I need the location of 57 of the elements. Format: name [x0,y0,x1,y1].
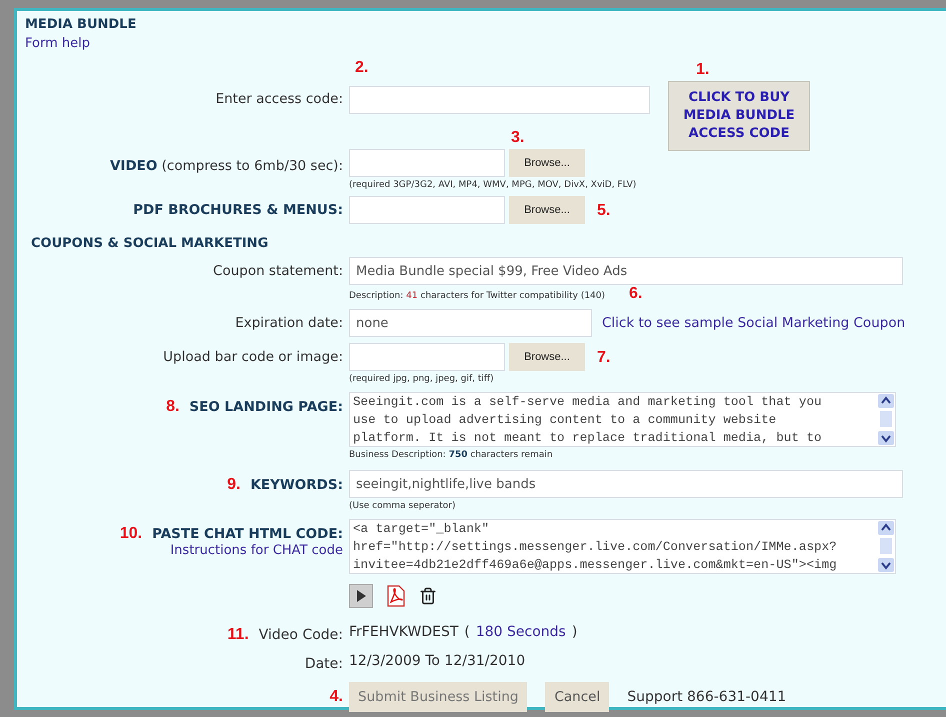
info-label: Date: [304,656,343,672]
file-path-field[interactable] [349,343,505,371]
file-type-hint: (required 3GP/3G2, AVI, MP4, WMV, MPG, MOV, DivX, XviD, FLV) [349,180,636,190]
access-code-field[interactable] [349,86,650,114]
support-phone: Support 866-631-0411 [627,689,786,705]
file-path-field[interactable] [349,149,505,177]
field-label: Expiration date: [235,315,343,331]
field-label: KEYWORDS: [250,477,343,493]
step-number: 1. [696,61,710,78]
text-field[interactable]: Media Bundle special $99, Free Video Ads [349,257,903,285]
field-label: Coupon statement: [213,263,343,279]
info-value: FrFEHVKWDEST [349,624,458,640]
instructions-link[interactable]: Instructions for CHAT code [170,543,343,558]
step-number: 3. [511,129,524,146]
text-field[interactable]: none [349,309,592,337]
browse-button[interactable]: Browse... [509,343,585,371]
field-label: Enter access code: [216,91,343,107]
step-number: 8. [166,398,180,416]
field-label: Upload bar code or image: [163,349,343,365]
field-label: VIDEO (compress to 6mb/30 sec): [110,158,343,174]
sample-coupon-link[interactable]: Click to see sample Social Marketing Coupon [602,315,906,331]
buy-access-code-button[interactable]: CLICK TO BUY MEDIA BUNDLE ACCESS CODE [668,81,810,151]
info-label: Video Code: [258,627,343,643]
field-label: SEO LANDING PAGE: [189,399,343,415]
file-path-field[interactable] [349,196,505,224]
step-number: 9. [227,476,240,494]
step-number: 7. [597,349,610,366]
duration-link[interactable]: 180 Seconds [476,624,566,640]
play-icon[interactable] [349,584,373,608]
field-label: PASTE CHAT HTML CODE: [152,526,343,542]
text-area[interactable]: <a target="_blank" href="http://settings.messenger.live.com/Conversation/IMMe.aspx? invitee=4db21e2dff469a6e@apps.messenger.live.com&mkt=en-US"><img [349,519,896,574]
cancel-button[interactable]: Cancel [545,682,610,712]
field-label: PDF BROCHURES & MENUS: [133,202,343,218]
text-field[interactable]: seeingit,nightlife,live bands [349,470,903,498]
browse-button[interactable]: Browse... [509,149,585,177]
step-number: 11. [227,626,249,644]
step-number: 6. [629,285,642,303]
input-hint: (Use comma seperator) [349,501,456,511]
browse-button[interactable]: Browse... [509,196,585,224]
step-number: 4. [330,688,343,706]
form-help-link[interactable]: Form help [25,36,90,51]
file-type-hint: (required jpg, png, jpeg, gif, tiff) [349,374,494,384]
step-number: 2. [355,59,368,77]
text-area[interactable]: Seeingit.com is a self-serve media and marketing tool that you use to upload advertising content to a community website platform. It is not meant to replace traditional media, but to [349,392,896,447]
step-number: 5. [597,202,610,219]
parenthesis: ) [572,624,578,640]
section-heading: COUPONS & SOCIAL MARKETING [31,236,270,251]
form-title: MEDIA BUNDLE [25,17,138,32]
scrollbar[interactable] [877,393,895,446]
parenthesis: ( [464,624,470,640]
info-value: 12/3/2009 To 12/31/2010 [349,653,526,669]
scrollbar[interactable] [877,520,895,573]
character-count-note: Description: 41 characters for Twitter compatibility (140) [349,290,606,300]
trash-icon[interactable] [419,587,437,605]
step-number: 10. [120,525,142,543]
character-count-note: Business Description: 750 characters remain [349,450,553,460]
pdf-document-icon[interactable] [387,585,405,607]
